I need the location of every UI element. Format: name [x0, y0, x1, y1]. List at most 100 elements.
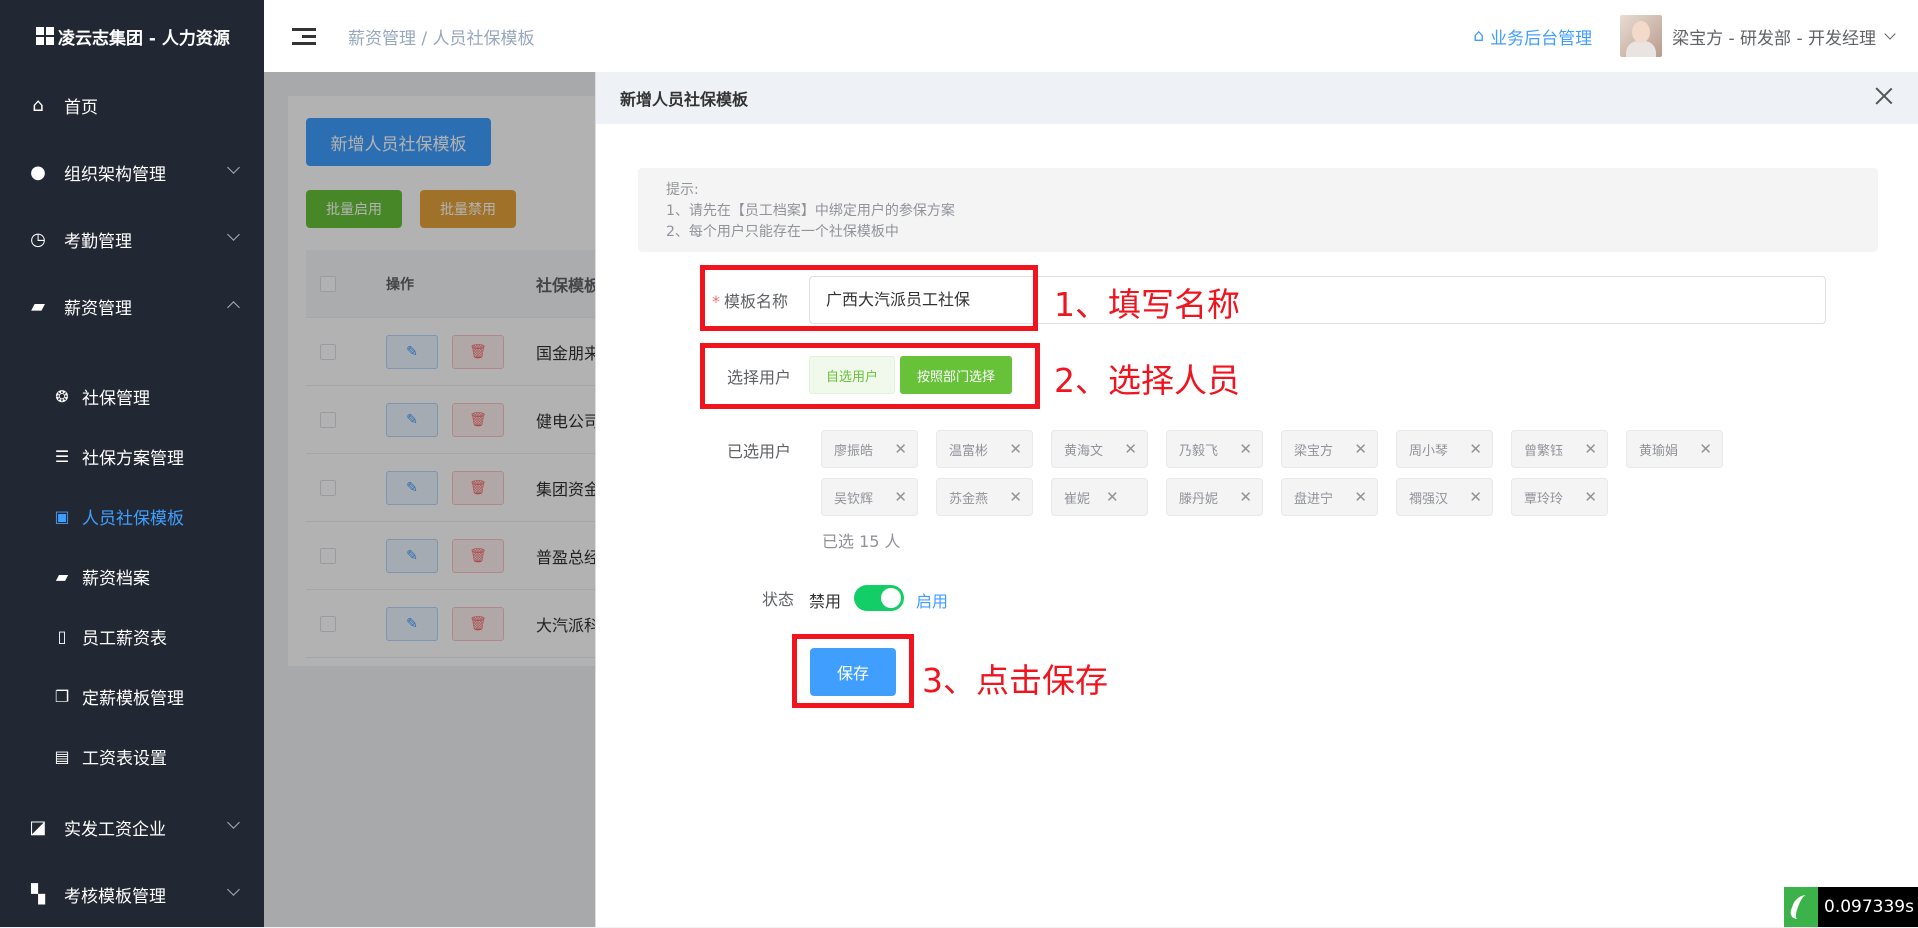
bookmarks-icon: ▚: [28, 885, 48, 905]
user-tag: 盘进宁 ✕: [1281, 478, 1378, 516]
sub-label: 社保方案管理: [82, 444, 184, 469]
menu-label: 首页: [64, 93, 98, 118]
breadcrumb: 薪资管理 / 人员社保模板: [348, 24, 535, 49]
menu-item-assessment[interactable]: ▚ 考核模板管理: [0, 861, 264, 928]
user-tag: 周小琴✕: [1396, 430, 1493, 468]
breadcrumb-parent[interactable]: 薪资管理: [348, 29, 416, 49]
timer-value: 0.097339s: [1824, 897, 1914, 917]
sidebar-item-social-security[interactable]: ❂ 社保管理: [0, 366, 264, 426]
drawer-overlay[interactable]: [264, 72, 595, 927]
sidebar-item-salary-archive[interactable]: ▰ 薪资档案: [0, 546, 264, 606]
chevron-up-icon: [227, 301, 240, 314]
close-icon[interactable]: ✕: [1239, 440, 1252, 458]
tip-line: 2、每个用户只能存在一个社保模板中: [666, 222, 1850, 243]
app-logo[interactable]: 凌云志集团 - 人力资源: [0, 0, 264, 72]
close-icon[interactable]: ✕: [1354, 488, 1367, 506]
user-tag: 崔妮 ✕: [1051, 478, 1148, 516]
tag-label: 乃毅飞: [1179, 440, 1218, 459]
tag-label: 廖振皓: [834, 440, 873, 459]
sub-label: 人员社保模板: [82, 504, 184, 529]
sidebar-item-ss-plan[interactable]: ☰ 社保方案管理: [0, 426, 264, 486]
timing-badge: 0.097339s: [1784, 887, 1918, 927]
backend-link[interactable]: ⌂ 业务后台管理: [1473, 24, 1592, 49]
annotation-step2: 2、选择人员: [1054, 354, 1240, 402]
list-icon: ▤: [52, 747, 72, 766]
copy-icon: ❐: [52, 687, 72, 706]
tag-label: 盘进宁: [1294, 488, 1333, 507]
tag-label: 梁宝方: [1294, 440, 1333, 459]
selected-count: 已选 15 人: [822, 528, 901, 552]
avatar[interactable]: [1620, 15, 1662, 57]
user-tag: 滕丹妮 ✕: [1166, 478, 1263, 516]
sub-label: 薪资档案: [82, 564, 150, 589]
close-icon[interactable]: ✕: [1354, 440, 1367, 458]
timer-logo-icon: [1784, 887, 1818, 927]
close-icon[interactable]: ✕: [1239, 488, 1252, 506]
status-disabled-text: 禁用: [809, 588, 841, 612]
sidebar-item-person-ss-template[interactable]: ▣ 人员社保模板: [0, 486, 264, 546]
chevron-down-icon: [227, 228, 240, 241]
user-tag: 温富彬✕: [936, 430, 1033, 468]
backend-link-label: 业务后台管理: [1490, 24, 1592, 49]
menu-item-attendance[interactable]: ◷ 考勤管理: [0, 206, 264, 273]
book-icon: ▯: [52, 627, 72, 646]
tag-label: 黄海文: [1064, 440, 1103, 459]
add-template-drawer: 新增人员社保模板 提示: 1、请先在【员工档案】中绑定用户的参保方案 2、每个用…: [595, 72, 1918, 927]
tag-label: 禤强汉: [1409, 488, 1448, 507]
close-icon[interactable]: ✕: [894, 488, 907, 506]
sub-label: 社保管理: [82, 384, 150, 409]
sidebar-item-salary-template[interactable]: ❐ 定薪模板管理: [0, 666, 264, 726]
user-name[interactable]: 梁宝方 - 研发部 - 开发经理: [1672, 24, 1876, 49]
sidebar-item-payroll-settings[interactable]: ▤ 工资表设置: [0, 726, 264, 786]
annotation-step1: 1、填写名称: [1054, 278, 1240, 326]
close-icon[interactable]: ✕: [1584, 440, 1597, 458]
annotation-step3: 3、点击保存: [922, 654, 1108, 702]
menu-item-salary[interactable]: ▰ 薪资管理: [0, 273, 264, 340]
close-icon[interactable]: ✕: [1124, 440, 1137, 458]
drawer-title: 新增人员社保模板: [620, 86, 748, 110]
close-icon[interactable]: ✕: [894, 440, 907, 458]
breadcrumb-separator: /: [421, 29, 427, 49]
chevron-down-icon: [227, 883, 240, 896]
close-icon[interactable]: [1874, 86, 1894, 106]
drawer-header: 新增人员社保模板: [596, 72, 1918, 124]
user-tag: 禤强汉 ✕: [1396, 478, 1493, 516]
menu-item-home[interactable]: ⌂ 首页: [0, 72, 264, 139]
sidebar-item-salary-table[interactable]: ▯ 员工薪资表: [0, 606, 264, 666]
user-icon: ●: [28, 163, 48, 183]
user-tag: 吴钦辉✕: [821, 478, 918, 516]
close-icon[interactable]: ✕: [1009, 488, 1022, 506]
close-icon[interactable]: ✕: [1469, 488, 1482, 506]
chevron-down-icon[interactable]: [1884, 28, 1895, 39]
hamburger-icon[interactable]: [292, 24, 316, 49]
wallet-icon: ▰: [52, 567, 72, 586]
home-icon: ⌂: [28, 96, 48, 116]
tag-label: 崔妮: [1064, 488, 1090, 507]
user-tag: 覃玲玲 ✕: [1511, 478, 1608, 516]
tag-label: 滕丹妮: [1179, 488, 1218, 507]
wallet-icon: ▰: [28, 297, 48, 317]
sidebar: 凌云志集团 - 人力资源 ⌂ 首页 ● 组织架构管理 ◷ 考勤管理 ▰ 薪资管理…: [0, 0, 264, 927]
app-title: 凌云志集团 - 人力资源: [58, 24, 230, 49]
close-icon[interactable]: ✕: [1584, 488, 1597, 506]
selected-users-label: 已选用户: [727, 438, 791, 462]
header-right: ⌂ 业务后台管理 梁宝方 - 研发部 - 开发经理: [1473, 0, 1894, 72]
sub-label: 员工薪资表: [82, 624, 167, 649]
menu-item-org[interactable]: ● 组织架构管理: [0, 139, 264, 206]
tag-label: 覃玲玲: [1524, 488, 1563, 507]
tag-label: 苏金燕: [949, 488, 988, 507]
status-enabled-text: 启用: [916, 588, 948, 612]
menu-label: 考勤管理: [64, 227, 132, 252]
chart-icon: ◪: [28, 818, 48, 838]
status-toggle[interactable]: [854, 585, 904, 611]
close-icon[interactable]: ✕: [1469, 440, 1482, 458]
close-icon[interactable]: ✕: [1106, 488, 1119, 506]
tag-label: 曾繁钰: [1524, 440, 1563, 459]
tip-alert: 提示: 1、请先在【员工档案】中绑定用户的参保方案 2、每个用户只能存在一个社保…: [638, 168, 1878, 252]
menu-item-actual-pay[interactable]: ◪ 实发工资企业: [0, 794, 264, 861]
menu-label: 薪资管理: [64, 294, 132, 319]
close-icon[interactable]: ✕: [1699, 440, 1712, 458]
clock-icon: ◷: [28, 230, 48, 250]
close-icon[interactable]: ✕: [1009, 440, 1022, 458]
menu-label: 考核模板管理: [64, 882, 166, 907]
